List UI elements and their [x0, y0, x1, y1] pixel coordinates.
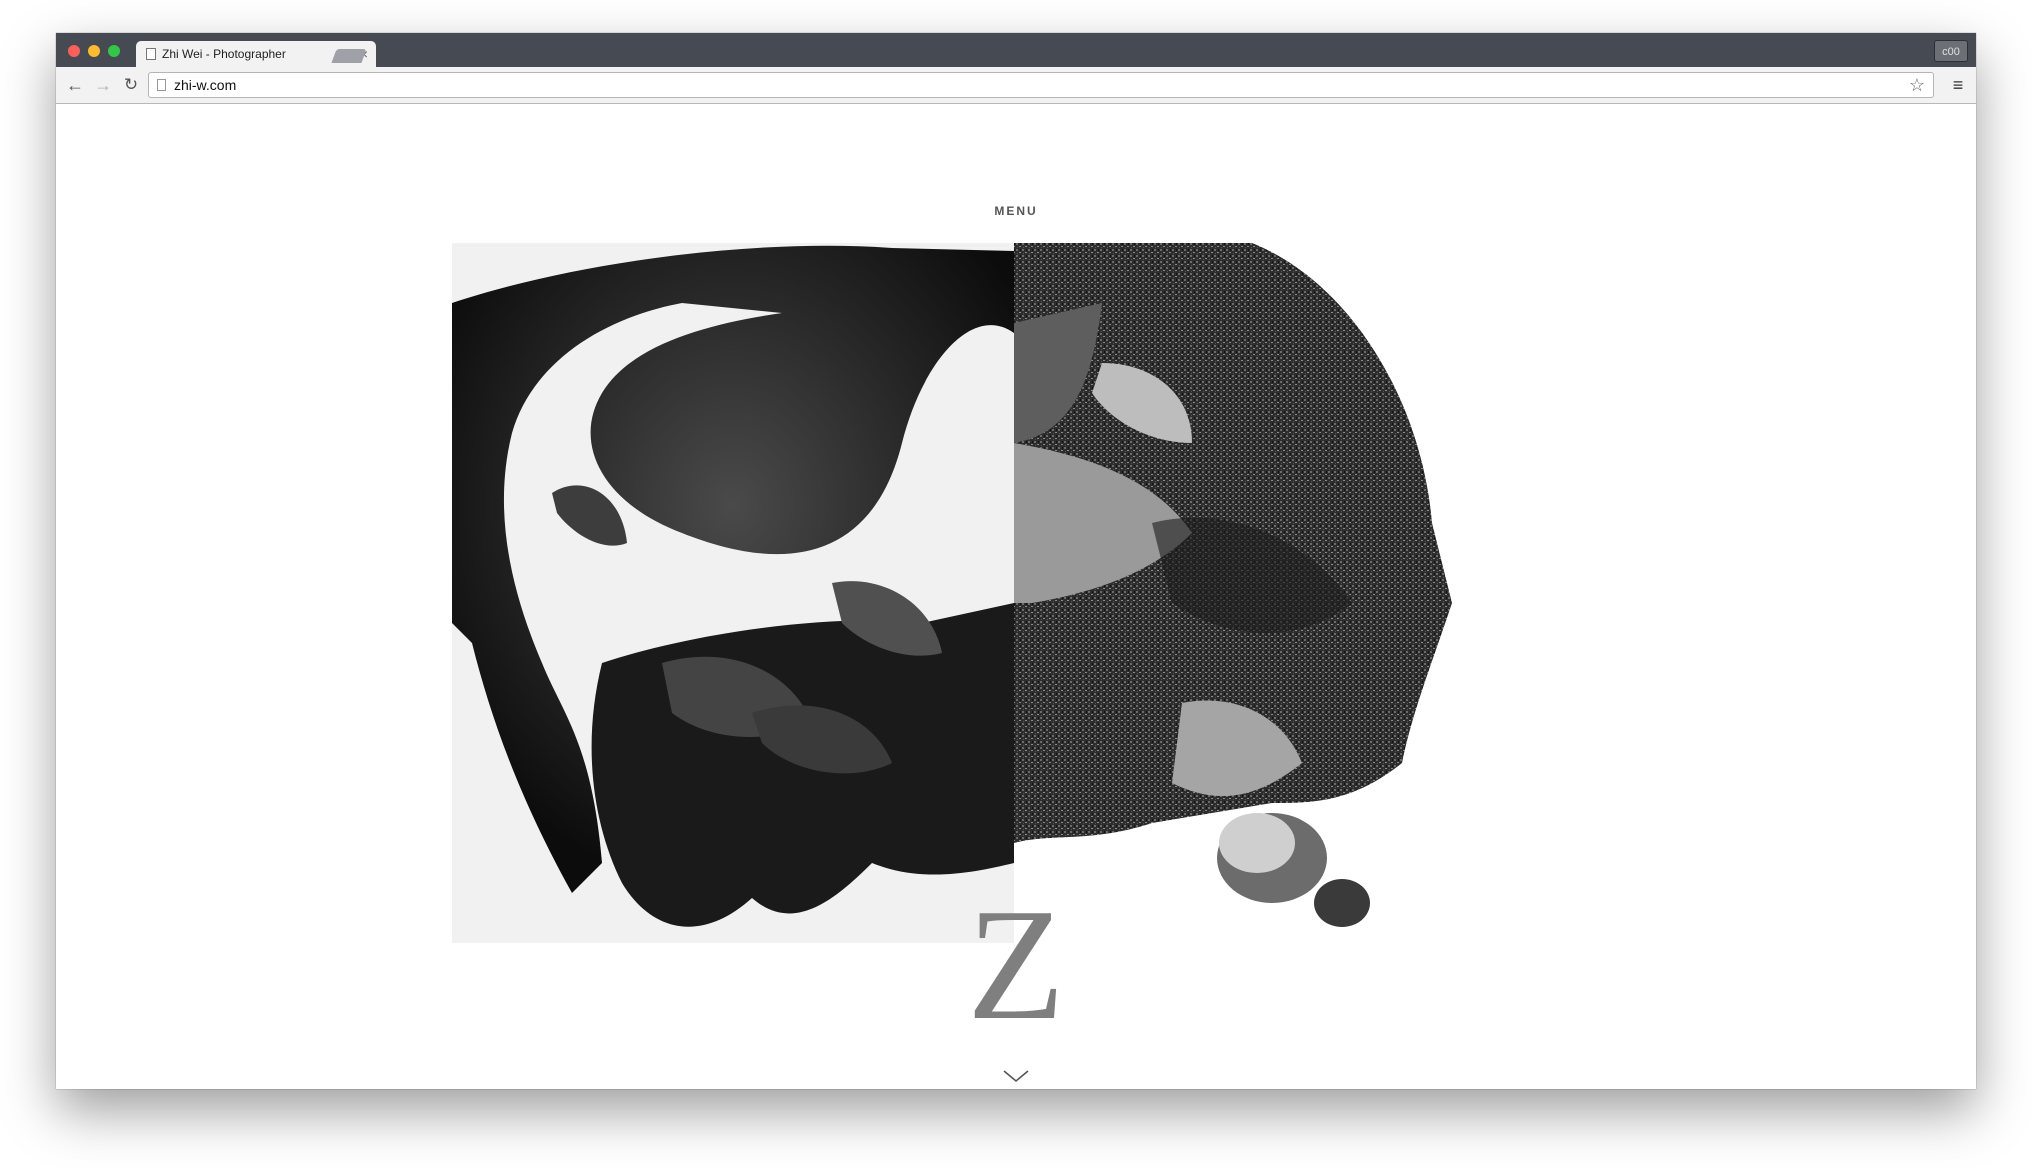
- hamburger-menu-icon[interactable]: ≡: [1948, 74, 1968, 96]
- close-window-button[interactable]: [68, 45, 80, 57]
- back-arrow-icon[interactable]: ←: [64, 74, 86, 96]
- browser-window: Zhi Wei - Photographer × c00 ← → ↻ zhi-w…: [56, 33, 1976, 1089]
- site-logo[interactable]: Z: [56, 884, 1976, 1044]
- site-menu-link[interactable]: MENU: [56, 204, 1976, 218]
- forward-arrow-icon[interactable]: →: [92, 74, 114, 96]
- bookmark-star-icon[interactable]: ☆: [1909, 75, 1925, 96]
- browser-toolbar: ← → ↻ zhi-w.com ☆ ≡: [56, 67, 1976, 104]
- page-icon: [146, 48, 156, 60]
- page-icon: [157, 79, 166, 91]
- minimize-window-button[interactable]: [88, 45, 100, 57]
- maximize-window-button[interactable]: [108, 45, 120, 57]
- browser-titlebar: Zhi Wei - Photographer × c00: [56, 33, 1976, 67]
- profile-button[interactable]: c00: [1934, 40, 1968, 62]
- chevron-down-icon[interactable]: [1002, 1069, 1030, 1089]
- url-text[interactable]: zhi-w.com: [174, 77, 1909, 93]
- address-bar[interactable]: zhi-w.com ☆: [148, 72, 1934, 98]
- page-content: MENU Z: [56, 104, 1976, 1089]
- tab-title: Zhi Wei - Photographer: [162, 47, 286, 61]
- reload-icon[interactable]: ↻: [120, 74, 142, 96]
- new-tab-button[interactable]: [331, 49, 367, 63]
